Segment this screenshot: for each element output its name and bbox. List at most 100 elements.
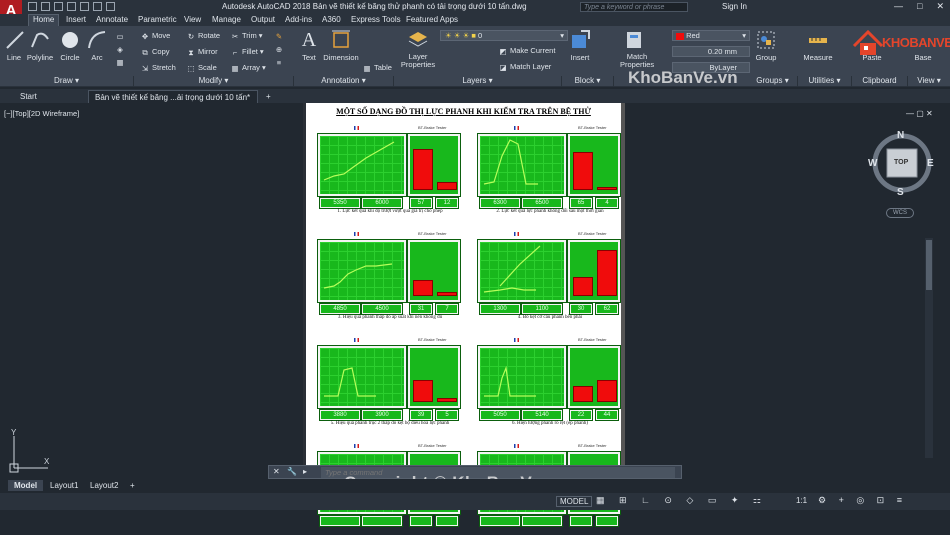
match-layer-button[interactable]: ◪ Match Layer (498, 62, 551, 72)
tab-view[interactable]: View (184, 15, 201, 24)
view-panel-bar[interactable]: View ▾ (908, 76, 950, 87)
layer-properties-button[interactable]: Layer Properties (400, 29, 436, 69)
block-panel-bar[interactable]: Block ▾ (562, 76, 614, 87)
left-wheel-bar (573, 386, 593, 402)
tab-insert[interactable]: Insert (66, 15, 86, 24)
fillet-button[interactable]: ⌐ Fillet ▾ (230, 47, 264, 57)
tab-layout2[interactable]: Layout2 (84, 480, 124, 491)
command-close-icon[interactable]: ✕ (273, 467, 280, 476)
dimension-button[interactable]: Dimension (322, 29, 360, 62)
insert-button[interactable]: Insert (566, 29, 594, 62)
compass-north[interactable]: N (897, 130, 904, 141)
clipboard-panel-bar[interactable]: Clipboard (852, 76, 908, 87)
compass-east[interactable]: E (927, 158, 934, 169)
polyline-icon (31, 32, 49, 48)
wcs-menu[interactable]: WCS (886, 208, 914, 218)
layers-panel-bar[interactable]: Layers ▾ (394, 76, 562, 87)
scrollbar-thumb[interactable] (926, 240, 932, 290)
scale-button[interactable]: ⬚ Scale (186, 63, 216, 73)
saveas-icon[interactable] (67, 2, 76, 11)
status-toggles[interactable]: ▦ ⊞ ∟ ⊙ ◇ ▭ ✦ ⚏ (596, 495, 767, 506)
copy-button[interactable]: ⧉ Copy (140, 47, 169, 57)
polyline-button[interactable]: Polyline (26, 29, 54, 62)
tab-annotate[interactable]: Annotate (96, 15, 128, 24)
tab-parametric[interactable]: Parametric (138, 15, 177, 24)
layer-dropdown[interactable]: ☀ ☀ ☀ ■ 0 ▾ (440, 30, 568, 41)
modify-more-icons[interactable]: ✎ ⊕ ≡ (272, 30, 286, 74)
watermark-ribbon: KhoBanVe.vn (628, 68, 738, 87)
annotation-panel-bar[interactable]: Annotation ▾ (294, 76, 394, 87)
tab-addins[interactable]: Add-ins (285, 15, 312, 24)
draw-more-icons[interactable]: ▭ ◈ ▦ (112, 30, 128, 74)
command-prompt-icon[interactable]: ▸ (303, 467, 307, 476)
compass-south[interactable]: S (897, 187, 904, 198)
color-dropdown[interactable]: Red ▾ (672, 30, 750, 41)
trim-label: Trim ▾ (242, 31, 263, 40)
command-settings-icon[interactable]: 🔧 (287, 467, 297, 476)
tab-a360[interactable]: A360 (322, 15, 341, 24)
status-tools[interactable]: ⚙ + ◎ ⊡ ≡ (818, 495, 907, 506)
viewcube-top-face[interactable]: TOP (894, 159, 908, 166)
tab-output[interactable]: Output (251, 15, 275, 24)
chart-caption: 4. Bó kẹt cơ cấu phanh bên phải (517, 315, 583, 320)
minimize-button[interactable]: — (894, 1, 903, 12)
circle-button[interactable]: Circle (58, 29, 82, 62)
print-icon[interactable] (80, 2, 89, 11)
model-space-toggle[interactable]: MODEL (556, 496, 593, 507)
new-tab-button[interactable]: + (260, 90, 277, 103)
measure-button[interactable]: Measure (802, 29, 834, 62)
draw-panel-bar[interactable]: Draw ▾ (0, 76, 134, 87)
trim-button[interactable]: ✂ Trim ▾ (230, 31, 263, 41)
flag-icon (514, 126, 519, 130)
arc-button[interactable]: Arc (86, 29, 108, 62)
make-current-button[interactable]: ◩ Make Current (498, 46, 555, 56)
offset-icon: ≡ (276, 58, 282, 67)
utilities-panel-bar[interactable]: Utilities ▾ (798, 76, 852, 87)
new-icon[interactable] (28, 2, 37, 11)
tab-start[interactable]: Start (14, 90, 43, 103)
chart-header: BT-Brake Tester (578, 125, 607, 130)
tab-layout1[interactable]: Layout1 (44, 480, 84, 491)
slip-bars-panel (407, 133, 461, 197)
annotation-scale[interactable]: 1:1 (796, 496, 807, 505)
search-input[interactable]: Type a keyword or phrase (580, 2, 688, 12)
group-button[interactable]: Group (754, 29, 778, 62)
tab-featured-apps[interactable]: Featured Apps (406, 15, 458, 24)
readout-value (409, 515, 433, 527)
groups-panel-bar[interactable]: Groups ▾ (748, 76, 798, 87)
compass-west[interactable]: W (868, 158, 877, 169)
modify-panel-bar[interactable]: Modify ▾ (134, 76, 294, 87)
readout-value: 62 (595, 303, 619, 315)
viewcube[interactable]: N S W E TOP (868, 130, 936, 202)
lineweight-dropdown[interactable]: 0.20 mm (672, 46, 750, 57)
undo-icon[interactable] (93, 2, 102, 11)
move-button[interactable]: ✥ Move (140, 31, 171, 41)
tab-manage[interactable]: Manage (212, 15, 241, 24)
line-button[interactable]: Line (4, 29, 24, 62)
match-layer-label: Match Layer (510, 62, 552, 71)
tab-model[interactable]: Model (8, 480, 44, 491)
tab-home[interactable]: Home (28, 14, 60, 26)
match-properties-button[interactable]: Match Properties (620, 29, 654, 69)
add-layout-button[interactable]: + (124, 480, 141, 491)
tab-express-tools[interactable]: Express Tools (351, 15, 401, 24)
save-icon[interactable] (54, 2, 63, 11)
array-button[interactable]: ▦ Array ▾ (230, 63, 265, 73)
rotate-button[interactable]: ↻ Rotate (186, 31, 220, 41)
svg-text:Y: Y (11, 428, 17, 437)
viewport-label[interactable]: [−][Top][2D Wireframe] (4, 109, 79, 118)
sign-in-link[interactable]: Sign In (722, 2, 747, 11)
viewport-controls[interactable]: — ▢ ✕ (906, 109, 933, 118)
stretch-button[interactable]: ⇲ Stretch (140, 63, 176, 73)
mirror-icon: ⧗ (188, 47, 194, 57)
tab-drawing[interactable]: Bản vẽ thiết kế băng ...ải trọng dưới 10… (88, 90, 258, 103)
text-button[interactable]: A Text (298, 29, 320, 62)
maximize-button[interactable]: □ (917, 1, 922, 12)
close-button[interactable]: ✕ (936, 1, 944, 12)
mirror-button[interactable]: ⧗ Mirror (186, 47, 217, 57)
drawing-sheet[interactable]: MỘT SỐ DẠNG ĐỒ THỊ LỰC PHANH KHI KIỂM TR… (303, 103, 625, 527)
curve-line (324, 367, 376, 397)
redo-icon[interactable] (106, 2, 115, 11)
open-icon[interactable] (41, 2, 50, 11)
table-button[interactable]: ▦ Table (362, 63, 391, 73)
